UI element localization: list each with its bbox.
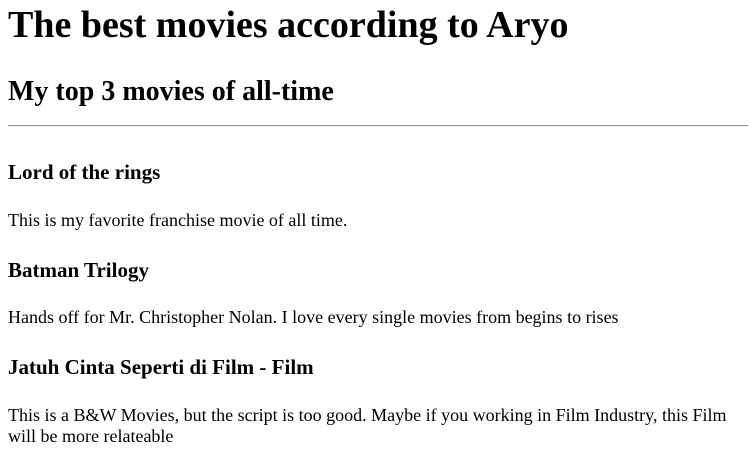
divider: [8, 125, 748, 127]
movie-title: Batman Trilogy: [8, 258, 149, 282]
page-title: The best movies according to Aryo: [8, 4, 569, 46]
movie-description: This is a B&W Movies, but the script is …: [8, 405, 727, 446]
page-subtitle: My top 3 movies of all-time: [8, 76, 334, 107]
movie-description: Hands off for Mr. Christopher Nolan. I l…: [8, 307, 619, 327]
movie-description: This is my favorite franchise movie of a…: [8, 210, 348, 230]
movie-title: Lord of the rings: [8, 160, 161, 184]
movie-title: Jatuh Cinta Seperti di Film - Film: [8, 355, 314, 379]
